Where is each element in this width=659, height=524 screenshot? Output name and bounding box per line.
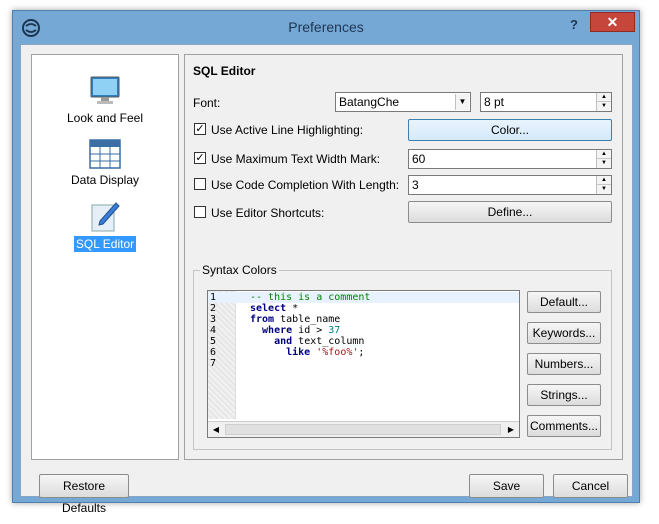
font-select[interactable]: BatangChe ▼ <box>335 92 471 112</box>
preferences-window: Preferences ? ✕ Look and Feel Data Displ… <box>12 10 640 515</box>
code-line: 5 and text_column <box>208 336 519 347</box>
code-line: 1 -- this is a comment <box>208 292 519 303</box>
completion-value: 3 <box>412 178 419 192</box>
code-token: id > <box>292 325 329 336</box>
spinner-arrows: ▲ ▼ <box>596 176 611 194</box>
max-width-stepper[interactable]: 60 ▲ ▼ <box>408 149 612 169</box>
completion-stepper[interactable]: 3 ▲ ▼ <box>408 175 612 195</box>
font-size-value: 8 pt <box>484 95 505 109</box>
monitor-icon <box>90 76 120 104</box>
code-lines: 1 -- this is a comment 2 select * 3 from tabl… <box>208 292 519 369</box>
line-number: 1 <box>210 292 217 303</box>
code-token: from <box>250 314 275 325</box>
spinner-arrows: ▲ ▼ <box>596 150 611 168</box>
completion-label: Use Code Completion With Length: <box>211 178 400 192</box>
code-token: like <box>250 347 311 358</box>
category-list: Look and Feel Data Display SQL Editor <box>31 54 179 460</box>
shortcuts-label: Use Editor Shortcuts: <box>211 206 325 220</box>
group-title: Syntax Colors <box>200 263 279 277</box>
keywords-button[interactable]: Keywords... <box>527 322 601 344</box>
line-number: 4 <box>210 325 217 336</box>
syntax-colors-group: Syntax Colors 1 -- this is a comment 2 sele… <box>193 263 612 450</box>
window-title: Preferences <box>288 19 364 35</box>
code-token: text_column <box>292 336 365 347</box>
numbers-button[interactable]: Numbers... <box>527 353 601 375</box>
sql-editor-panel: SQL Editor Font: BatangChe ▼ 8 pt ▲ ▼ ✓ … <box>184 54 623 460</box>
line-number: 2 <box>210 303 217 314</box>
pen-icon <box>91 202 120 232</box>
section-title: SQL Editor <box>193 64 256 78</box>
code-text: like '%foo%'; <box>250 347 364 358</box>
strings-button[interactable]: Strings... <box>527 384 601 406</box>
line-number: 3 <box>210 314 217 325</box>
code-token: * <box>286 303 299 314</box>
spinner-arrows: ▲ ▼ <box>596 93 611 111</box>
spin-down-icon[interactable]: ▼ <box>597 159 611 168</box>
code-line: 4 where id > 37 <box>208 325 519 336</box>
category-look-and-feel[interactable]: Look and Feel <box>32 75 178 126</box>
scroll-right-icon[interactable]: ▶ <box>503 422 519 437</box>
default-button[interactable]: Default... <box>527 291 601 313</box>
code-line: 6 like '%foo%'; <box>208 347 519 358</box>
code-text: select * <box>250 303 298 314</box>
category-sql-editor[interactable]: SQL Editor <box>32 201 178 252</box>
code-token: ; <box>358 347 365 358</box>
scroll-left-icon[interactable]: ◀ <box>208 422 224 437</box>
spin-up-icon[interactable]: ▲ <box>597 176 611 185</box>
category-label: SQL Editor <box>73 236 137 252</box>
code-line: 3 from table_name <box>208 314 519 325</box>
code-text: and text_column <box>250 336 364 347</box>
active-line-checkbox[interactable]: ✓ <box>194 123 206 135</box>
code-token: -- this is a comment <box>250 292 371 303</box>
line-number: 5 <box>210 336 217 347</box>
font-size-stepper[interactable]: 8 pt ▲ ▼ <box>480 92 612 112</box>
code-token: 37 <box>328 325 341 336</box>
restore-defaults-button[interactable]: Restore Defaults <box>39 474 129 515</box>
dialog-body: Look and Feel Data Display SQL Editor SQ… <box>20 44 633 515</box>
spin-down-icon[interactable]: ▼ <box>597 185 611 194</box>
title-bar[interactable]: Preferences ? ✕ <box>13 11 639 45</box>
code-token: where <box>250 325 293 336</box>
code-token: and <box>250 336 293 347</box>
line-number: 6 <box>210 347 217 358</box>
table-icon <box>89 139 121 169</box>
color-button[interactable]: Color... <box>408 119 612 141</box>
max-width-label: Use Maximum Text Width Mark: <box>211 152 381 166</box>
spin-down-icon[interactable]: ▼ <box>597 102 611 111</box>
close-button[interactable]: ✕ <box>590 12 635 32</box>
spin-up-icon[interactable]: ▲ <box>597 150 611 159</box>
font-label: Font: <box>193 96 221 110</box>
code-token: '%foo%' <box>316 347 359 358</box>
completion-checkbox[interactable] <box>194 178 206 190</box>
horizontal-scrollbar[interactable]: ◀ ▶ <box>208 421 519 437</box>
code-preview[interactable]: 1 -- this is a comment 2 select * 3 from tabl… <box>207 290 520 438</box>
active-line-label: Use Active Line Highlighting: <box>211 123 364 137</box>
font-value: BatangChe <box>339 95 400 109</box>
code-text: -- this is a comment <box>250 292 370 303</box>
chevron-down-icon[interactable]: ▼ <box>455 94 469 110</box>
code-text: from table_name <box>250 314 340 325</box>
category-data-display[interactable]: Data Display <box>32 139 178 188</box>
max-width-value: 60 <box>412 152 426 166</box>
spin-up-icon[interactable]: ▲ <box>597 93 611 102</box>
code-text: where id > 37 <box>250 325 340 336</box>
line-number: 7 <box>210 358 217 369</box>
shortcuts-checkbox[interactable] <box>194 206 206 218</box>
help-button[interactable]: ? <box>561 15 587 35</box>
category-label: Data Display <box>70 173 140 187</box>
comments-button[interactable]: Comments... <box>527 415 601 437</box>
code-token: table_name <box>274 314 341 325</box>
code-token: select <box>250 303 287 314</box>
scroll-thumb[interactable] <box>225 424 501 435</box>
code-line: 2 select * <box>208 303 519 314</box>
define-button[interactable]: Define... <box>408 201 612 223</box>
category-label: Look and Feel <box>66 111 144 125</box>
cancel-button[interactable]: Cancel <box>553 474 628 498</box>
max-width-checkbox[interactable]: ✓ <box>194 152 206 164</box>
save-button[interactable]: Save <box>469 474 544 498</box>
code-line: 7 <box>208 358 519 369</box>
